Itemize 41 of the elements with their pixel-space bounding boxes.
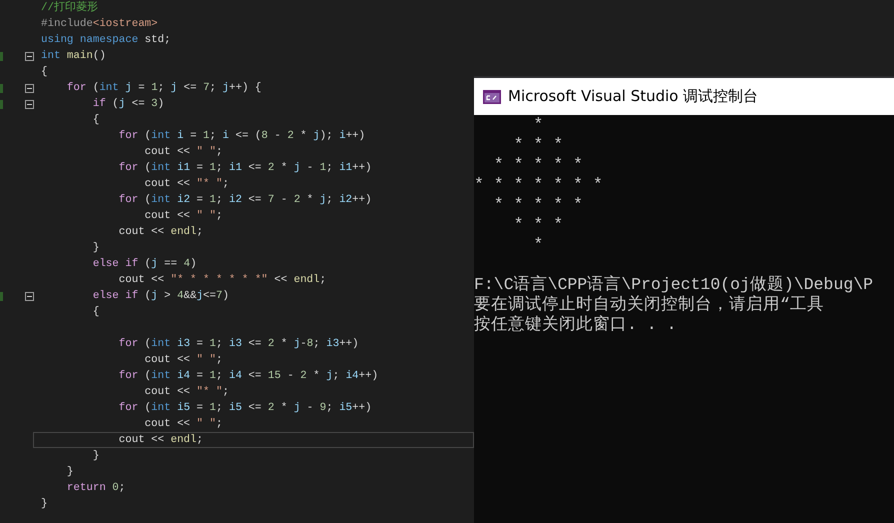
code-line: int main() (41, 49, 106, 63)
console-message: 按任意键关闭此窗口. . . (474, 315, 677, 334)
console-app-icon (483, 90, 501, 104)
code-line: using namespace std; (41, 33, 171, 47)
code-line: { (92, 113, 100, 127)
code-line: cout << "* * * * * * *" << endl; (118, 273, 326, 287)
code-line: cout << "* "; (144, 385, 229, 399)
code-line: for (int i4 = 1; i4 <= 15 - 2 * j; i4++) (118, 369, 378, 383)
console-message: F:\C语言\CPP语言\Project10(oj做题)\Debug\P (474, 275, 874, 294)
code-line: } (41, 497, 48, 511)
collapse-icon[interactable] (25, 100, 34, 108)
console-message: 要在调试停止时自动关闭控制台，请启用“工具 (474, 295, 824, 314)
code-line: for (int i = 1; i <= (8 - 2 * j); i++) (118, 129, 366, 143)
code-line: } (92, 449, 100, 463)
code-line: for (int i3 = 1; i3 <= 2 * j-8; i3++) (118, 337, 359, 351)
code-line: //打印菱形 (41, 1, 98, 15)
code-line: for (int i1 = 1; i1 <= 2 * j - 1; i1++) (118, 161, 372, 175)
code-line: for (int i5 = 1; i5 <= 2 * j - 9; i5++) (118, 401, 372, 415)
code-line: cout << "* "; (144, 177, 229, 191)
code-line: cout << endl; (118, 225, 203, 239)
code-line: cout << " "; (144, 145, 222, 159)
code-line: #include<iostream> (41, 17, 158, 31)
code-line: else if (j > 4&&j<=7) (92, 289, 229, 303)
code-line: cout << " "; (144, 353, 222, 367)
code-line: for (int j = 1; j <= 7; j++) { (66, 81, 262, 95)
code-line: cout << endl; (118, 433, 203, 447)
window-title: Microsoft Visual Studio 调试控制台 (508, 87, 758, 106)
code-line: } (92, 241, 100, 255)
code-line: return 0; (66, 481, 126, 495)
star-pattern-output: * * * * * * * * * * * * * * * * * * * * * * * * * (474, 115, 603, 255)
collapse-icon[interactable] (25, 84, 34, 92)
code-line: for (int i2 = 1; i2 <= 7 - 2 * j; i2++) (118, 193, 372, 207)
code-line: { (41, 65, 48, 79)
code-line: { (92, 305, 100, 319)
code-line: else if (j == 4) (92, 257, 197, 271)
collapse-icon[interactable] (25, 292, 34, 300)
collapse-icon[interactable] (25, 52, 34, 60)
code-line: } (66, 465, 74, 479)
code-line: cout << " "; (144, 209, 222, 223)
code-line: cout << " "; (144, 417, 222, 431)
code-line: if (j <= 3) (92, 97, 164, 111)
